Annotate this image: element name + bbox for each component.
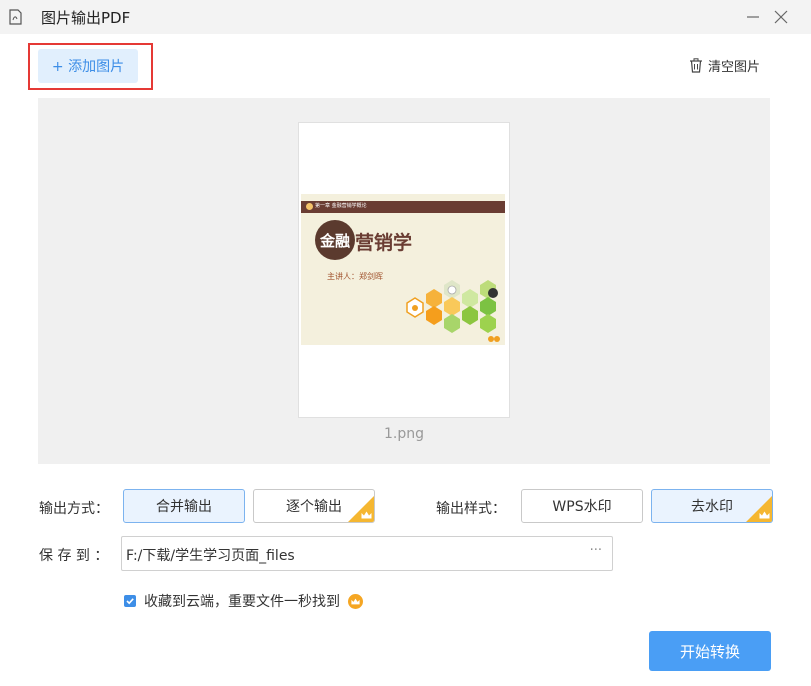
cloud-save-option[interactable]: 收藏到云端，重要文件一秒找到: [124, 592, 363, 610]
vip-crown-icon: [348, 593, 363, 609]
close-button[interactable]: [769, 5, 793, 29]
trash-icon: [690, 57, 702, 73]
crown-icon: [759, 511, 770, 519]
slide-speaker: 主讲人：郑剑晖: [327, 272, 383, 281]
clear-images-label: 清空图片: [708, 59, 761, 75]
title-bar: 图片输出PDF: [0, 0, 811, 34]
separate-output-label: 逐个输出: [286, 499, 342, 515]
save-path-value: F:/下载/学生学习页面_files: [126, 548, 295, 564]
output-mode-label: 输出方式：: [39, 501, 109, 517]
check-icon: [126, 598, 134, 605]
wps-watermark-label: WPS水印: [552, 499, 612, 515]
thumbnail-filename: 1.png: [383, 426, 424, 442]
pdf-export-window: 图片输出PDF + 添加图片 清空图片 第一章 金融营销学概论 金融 营销学 主…: [0, 0, 811, 686]
slide-preview-image: 第一章 金融营销学概论 金融 营销学 主讲人：郑剑晖: [301, 194, 505, 345]
slide-title: 营销学: [355, 232, 413, 254]
slide-logo-icon: [306, 203, 313, 210]
start-convert-button[interactable]: 开始转换: [649, 631, 771, 671]
merge-output-option[interactable]: 合并输出: [123, 489, 245, 523]
add-image-button[interactable]: + 添加图片: [38, 49, 138, 83]
save-to-label: 保 存 到 ：: [39, 548, 109, 564]
browse-more-icon[interactable]: ···: [590, 543, 602, 558]
hexagon-graphic-icon: [406, 280, 500, 342]
image-thumbnail[interactable]: 第一章 金融营销学概论 金融 营销学 主讲人：郑剑晖: [298, 122, 510, 418]
minimize-button[interactable]: [741, 5, 765, 29]
wps-watermark-option[interactable]: WPS水印: [521, 489, 643, 523]
crown-icon: [361, 511, 372, 519]
add-image-label: + 添加图片: [51, 59, 125, 75]
remove-watermark-label: 去水印: [691, 499, 733, 515]
slide-title-circle: 金融: [315, 220, 355, 260]
output-style-label: 输出样式：: [436, 501, 506, 517]
cloud-save-label: 收藏到云端，重要文件一秒找到: [144, 594, 340, 610]
cloud-save-checkbox[interactable]: [124, 595, 136, 607]
window-title: 图片输出PDF: [41, 9, 131, 27]
image-preview-area: 第一章 金融营销学概论 金融 营销学 主讲人：郑剑晖 1.png: [38, 98, 770, 464]
merge-output-label: 合并输出: [156, 499, 212, 515]
remove-watermark-option[interactable]: 去水印: [651, 489, 773, 523]
separate-output-option[interactable]: 逐个输出: [253, 489, 375, 523]
slide-band-text: 第一章 金融营销学概论: [315, 203, 367, 209]
clear-images-button[interactable]: 清空图片: [689, 56, 761, 75]
save-path-field[interactable]: F:/下载/学生学习页面_files ···: [121, 536, 613, 571]
pdf-file-icon: [9, 9, 22, 25]
